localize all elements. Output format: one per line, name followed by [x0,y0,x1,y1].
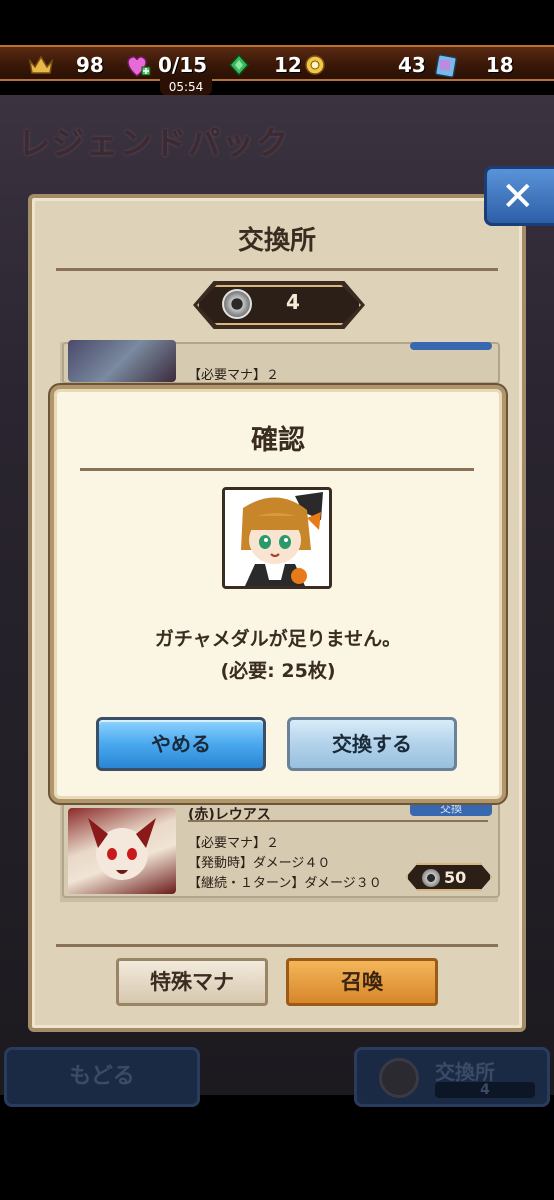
tickets-display: 43 18 [398,53,514,78]
stamina-timer: 05:54 [160,79,212,95]
dialog-divider [80,468,474,471]
item-divider [188,820,488,822]
back-button[interactable]: もどる [4,1047,200,1107]
exchange-badge[interactable]: 交換 [410,802,492,816]
gacha-medal-icon [422,869,440,887]
item-effect-line: 【発動時】ダメージ４０ [188,856,331,871]
card-pack-icon [434,53,460,78]
exchange-badge [410,342,492,350]
item-mana-line: 【必要マナ】２ [188,368,280,383]
green-gem-icon [226,53,252,77]
item-cost-pill: 50 [406,863,492,891]
medal-count-value: 4 [286,290,300,314]
medal-icon [379,1058,419,1098]
dialog-title: 確認 [251,425,305,456]
tickets-value: 43 [398,53,426,77]
dialog-requirement: (必要: 25枚) [220,660,336,682]
item-cost-value: 50 [444,868,467,887]
gacha-medal-icon [222,289,252,319]
cards-value: 18 [485,53,514,77]
rank-display: 98 [28,53,104,77]
crown-icon [28,53,54,77]
character-thumbnail [68,340,176,382]
item-mana-line: 【必要マナ】２ [188,836,280,851]
summon-button[interactable]: 召喚 [286,958,438,1006]
heart-plus-icon [124,53,151,77]
status-bar: 98 0/15 12 43 18 [0,45,554,81]
title-divider [56,268,498,271]
close-icon: ✕ [501,174,535,220]
exchange-button[interactable]: 交換する [287,717,457,771]
exchange-panel-title: 交換所 [237,226,316,256]
item-effect-line: 【継続・１ターン】ダメージ３０ [188,876,382,891]
bottom-divider [56,944,498,947]
special-mana-button[interactable]: 特殊マナ [116,958,268,1006]
character-portrait [222,487,332,589]
close-button[interactable]: ✕ [484,166,554,226]
exchange-item-card[interactable]: 【必要マナ】２ [62,340,500,384]
gems-display: 12 [226,53,326,77]
exchange-shortcut-button[interactable]: 交換所 4 [354,1047,550,1107]
exchange-shortcut-count: 4 [435,1082,535,1098]
exchange-shortcut-label: 交換所 [435,1060,495,1084]
rank-value: 98 [76,53,104,77]
stamina-value: 0/15 [158,53,208,77]
cancel-button[interactable]: やめる [96,717,266,771]
gems-value: 12 [274,53,302,77]
stamina-display[interactable]: 0/15 [124,53,207,77]
pack-title: レジェンドパック [18,124,291,162]
gold-coin-icon [304,54,326,76]
dialog-message: ガチャメダルが足りません。 [154,628,402,650]
character-thumbnail [68,808,176,894]
